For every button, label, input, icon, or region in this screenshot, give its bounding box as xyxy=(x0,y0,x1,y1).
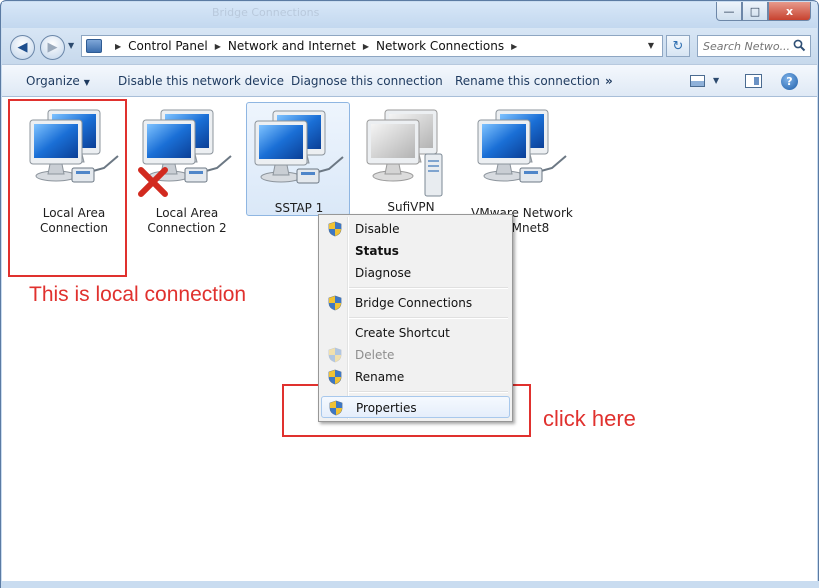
connection-vmware-vmnet8[interactable]: VMware Network r VMnet8 xyxy=(470,102,574,235)
uac-shield-icon xyxy=(328,347,342,363)
rename-connection-button[interactable]: Rename this connection xyxy=(455,74,600,88)
menu-item-diagnose[interactable]: Diagnose xyxy=(321,262,510,284)
annotation-local-text: This is local connection xyxy=(29,283,247,306)
more-commands-button[interactable]: » xyxy=(605,74,613,88)
menu-separator xyxy=(349,317,508,319)
search-box[interactable] xyxy=(697,35,811,57)
menu-item-label: Disable xyxy=(355,222,400,236)
window-controls: — □ x xyxy=(716,2,811,21)
breadcrumb-control-panel[interactable]: Control Panel xyxy=(128,39,208,53)
back-arrow-icon: ◀ xyxy=(17,40,28,55)
diagnose-connection-button[interactable]: Diagnose this connection xyxy=(291,74,443,88)
control-panel-icon xyxy=(86,39,102,53)
menu-item-disable[interactable]: Disable xyxy=(321,218,510,240)
uac-shield-icon xyxy=(328,221,342,237)
forward-button[interactable]: ▶ xyxy=(40,35,65,60)
vpn-server-icon xyxy=(424,153,443,197)
close-button[interactable]: x xyxy=(768,2,811,21)
organize-label: Organize xyxy=(26,74,80,88)
view-options-dropdown-icon[interactable]: ▼ xyxy=(713,76,719,85)
uac-shield-icon xyxy=(329,400,343,416)
breadcrumb-arrow-icon[interactable]: ▶ xyxy=(215,42,221,51)
minimize-button[interactable]: — xyxy=(716,2,742,21)
menu-item-label: Bridge Connections xyxy=(355,296,473,310)
disconnected-x-icon xyxy=(138,167,168,197)
menu-item-delete: Delete xyxy=(321,344,510,366)
connection-label: SufiVPN xyxy=(387,200,435,214)
menu-item-label: Create Shortcut xyxy=(355,326,450,340)
title-bar[interactable]: Bridge Connections — □ x xyxy=(2,2,817,28)
network-monitor-icon xyxy=(254,110,344,184)
menu-item-rename[interactable]: Rename xyxy=(321,366,510,388)
breadcrumb-network-and-internet[interactable]: Network and Internet xyxy=(228,39,356,53)
preview-pane-icon[interactable] xyxy=(745,74,762,88)
organize-button[interactable]: Organize ▼ xyxy=(26,74,90,88)
uac-shield-icon xyxy=(328,295,342,311)
menu-item-label: Properties xyxy=(356,401,417,415)
breadcrumb-arrow-icon[interactable]: ▶ xyxy=(115,42,121,51)
address-dropdown-icon[interactable]: ▼ xyxy=(648,41,654,50)
command-bar: Organize ▼ Disable this network device Di… xyxy=(2,64,817,97)
menu-item-properties[interactable]: Properties xyxy=(321,396,510,418)
menu-item-status[interactable]: Status xyxy=(321,240,510,262)
address-bar[interactable]: ▶ Control Panel ▶ Network and Internet ▶… xyxy=(81,35,663,57)
recent-pages-dropdown-icon[interactable]: ▼ xyxy=(68,41,74,50)
annotation-click-text: click here xyxy=(543,406,636,431)
window-bottom-border xyxy=(1,581,819,588)
menu-item-label: Rename xyxy=(355,370,405,384)
connection-label: Local Area Connection 2 xyxy=(147,206,227,235)
breadcrumb-arrow-icon[interactable]: ▶ xyxy=(511,42,517,51)
change-view-icon[interactable] xyxy=(690,75,705,87)
menu-item-label: Diagnose xyxy=(355,266,412,280)
search-icon[interactable] xyxy=(793,39,806,52)
refresh-icon: ↻ xyxy=(672,38,684,54)
menu-item-label: Delete xyxy=(355,348,395,362)
connection-local-area-2[interactable]: Local Area Connection 2 xyxy=(135,102,239,235)
maximize-button[interactable]: □ xyxy=(742,2,768,21)
menu-item-create-shortcut[interactable]: Create Shortcut xyxy=(321,322,510,344)
forward-arrow-icon: ▶ xyxy=(47,40,58,55)
help-icon[interactable]: ? xyxy=(781,73,798,90)
search-input[interactable] xyxy=(703,39,793,53)
menu-item-label: Status xyxy=(355,244,399,258)
connection-sufivpn[interactable]: SufiVPN xyxy=(359,102,463,216)
menu-separator xyxy=(349,287,508,289)
back-button[interactable]: ◀ xyxy=(10,35,35,60)
breadcrumb-network-connections[interactable]: Network Connections xyxy=(376,39,504,53)
menu-separator xyxy=(349,391,508,393)
disable-device-button[interactable]: Disable this network device xyxy=(118,74,284,88)
menu-item-bridge-connections[interactable]: Bridge Connections xyxy=(321,292,510,314)
refresh-button[interactable]: ↻ xyxy=(666,35,690,57)
ghost-title-text: Bridge Connections xyxy=(212,6,320,19)
uac-shield-icon xyxy=(328,369,342,385)
context-menu: Disable Status Diagnose Bridge Connectio… xyxy=(318,214,513,422)
chevron-down-icon: ▼ xyxy=(83,78,90,87)
network-monitor-icon xyxy=(477,109,567,183)
connection-sstap-1[interactable]: SSTAP 1 xyxy=(246,102,350,216)
address-row: ◀ ▶ ▼ ▶ Control Panel ▶ Network and Inte… xyxy=(2,28,817,64)
annotation-local-box xyxy=(8,99,127,277)
breadcrumb-arrow-icon[interactable]: ▶ xyxy=(363,42,369,51)
